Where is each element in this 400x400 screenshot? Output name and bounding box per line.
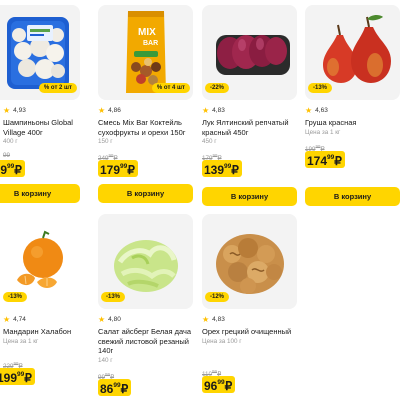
old-price: 22999₽ — [3, 360, 23, 370]
rating: ★ 4,93 — [3, 106, 80, 115]
product-card-mushrooms[interactable]: % от 2 шт ★ 4,93 Шампиньоны Global Villa… — [0, 5, 80, 203]
discount-badge: -13% — [101, 292, 126, 302]
current-price: 17499₽ — [305, 150, 345, 168]
rating: ★ 4,63 — [305, 106, 400, 115]
product-image-mandarin[interactable]: -13% — [0, 214, 90, 309]
star-icon: ★ — [202, 105, 210, 115]
product-name[interactable]: Лук Ялтинский репчатый красный 450г — [202, 118, 297, 137]
star-icon: ★ — [3, 314, 11, 324]
current-price: 17999₽ — [98, 160, 138, 177]
add-to-cart-button[interactable]: В корзину — [98, 184, 193, 203]
product-weight: Цена за 100 г — [202, 337, 242, 345]
star-icon: ★ — [98, 105, 106, 115]
product-card-mandarin[interactable]: -13% ★ 4,74 Мандарин Халабон Цена за 1 к… — [0, 214, 90, 387]
old-price: 24999₽ — [98, 153, 118, 163]
discount-badge: -22% — [205, 83, 230, 93]
current-price: 8699₽ — [98, 378, 132, 396]
discount-badge: -13% — [3, 292, 28, 302]
product-image-onion[interactable]: -22% — [202, 5, 297, 100]
star-icon: ★ — [98, 314, 106, 324]
current-price: 9699₽ — [202, 375, 236, 393]
rating-value: 4,83 — [212, 316, 225, 323]
current-price: 13999₽ — [202, 160, 242, 177]
rating-value: 4,63 — [315, 107, 328, 114]
discount-badge: -12% — [205, 292, 230, 302]
old-price: 19999₽ — [305, 143, 325, 153]
add-to-cart-button[interactable]: В корзину — [305, 187, 400, 206]
product-name[interactable]: Мандарин Халабон — [3, 327, 90, 337]
product-image-mix-bar[interactable]: MIX BAR % от 4 шт — [98, 5, 193, 100]
rating-value: 4,80 — [108, 316, 121, 323]
product-image-mushrooms[interactable]: % от 2 шт — [0, 5, 80, 100]
product-weight: 450 г — [202, 138, 217, 145]
rating-value: 4,74 — [13, 316, 26, 323]
rating-value: 4,83 — [212, 107, 225, 114]
svg-text:MIX: MIX — [138, 27, 156, 38]
discount-badge: -13% — [308, 83, 333, 93]
rating: ★ 4,83 — [202, 315, 297, 324]
product-weight: Цена за 1 кг — [3, 337, 39, 345]
product-name[interactable]: Орех грецкий очищенный — [202, 327, 297, 337]
product-name[interactable]: Смесь Mix Bar Коктейль сухофрукты и орех… — [98, 118, 193, 137]
product-image-pear[interactable]: -13% — [305, 5, 400, 100]
rating: ★ 4,74 — [3, 315, 90, 324]
product-card-onion[interactable]: -22% ★ 4,83 Лук Ялтинский репчатый красн… — [202, 5, 297, 179]
product-image-walnut[interactable]: -12% — [202, 214, 297, 309]
rating-value: 4,86 — [108, 107, 121, 114]
discount-badge: % от 4 шт — [151, 83, 190, 93]
old-price: 99 — [3, 152, 11, 159]
star-icon: ★ — [305, 105, 313, 115]
product-weight: 150 г — [98, 138, 113, 145]
product-weight: 400 г — [3, 138, 18, 145]
add-to-cart-button[interactable]: В корзину — [0, 184, 80, 203]
rating-value: 4,93 — [13, 107, 26, 114]
star-icon: ★ — [3, 105, 11, 115]
old-price: 11099₽ — [202, 368, 222, 378]
discount-badge: % от 2 шт — [38, 83, 77, 93]
current-price: 16999₽ — [0, 160, 25, 177]
add-to-cart-button[interactable]: В корзину — [202, 187, 297, 206]
product-weight: Цена за 1 кг — [305, 128, 341, 136]
old-price: 17999₽ — [202, 153, 222, 163]
product-image-iceberg[interactable]: -13% — [98, 214, 193, 309]
product-name[interactable]: Шампиньоны Global Village 400г — [3, 118, 80, 137]
product-weight: 140 г — [98, 356, 113, 364]
product-card-mix-bar[interactable]: MIX BAR % от 4 шт ★ 4,86 Смесь Mix Bar К… — [98, 5, 193, 203]
old-price: 9999₽ — [98, 371, 115, 381]
rating: ★ 4,80 — [98, 315, 193, 324]
star-icon: ★ — [202, 314, 210, 324]
product-card-iceberg[interactable]: -13% ★ 4,80 Салат айсберг Белая дача све… — [98, 214, 193, 398]
product-card-walnut[interactable]: -12% ★ 4,83 Орех грецкий очищенный Цена … — [202, 214, 297, 395]
product-name[interactable]: Салат айсберг Белая дача свежий листовой… — [98, 327, 193, 356]
current-price: 19999₽ — [0, 367, 35, 385]
product-card-pear[interactable]: -13% ★ 4,63 Груша красная Цена за 1 кг 1… — [305, 5, 400, 170]
svg-text:BAR: BAR — [143, 40, 158, 47]
rating: ★ 4,83 — [202, 106, 297, 115]
rating: ★ 4,86 — [98, 106, 193, 115]
product-name[interactable]: Груша красная — [305, 118, 400, 128]
